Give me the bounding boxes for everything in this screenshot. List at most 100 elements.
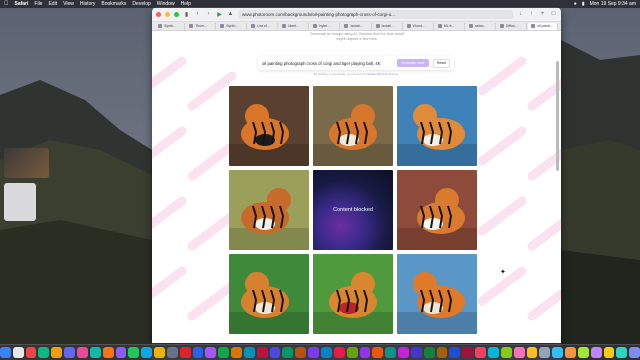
dock-app-icon[interactable] [179,347,191,358]
address-bar[interactable]: www.photoroom.com/backgrounds/oil-painti… [238,9,513,19]
generated-image-tile[interactable] [313,86,393,166]
tab-active[interactable]: oil painti... [527,22,559,30]
dock-app-icon[interactable] [513,347,525,358]
dock-app-icon[interactable] [295,347,307,358]
menu-safari[interactable]: Safari [15,1,29,7]
clock[interactable]: Mon 19 Sep 9:34 am [590,1,636,7]
generate-more-button[interactable]: Generate more [397,59,429,67]
dock-app-icon[interactable] [565,347,576,358]
dock-app-icon[interactable] [462,347,474,358]
menu-develop[interactable]: Develop [132,1,150,7]
apple-menu-icon[interactable]:  [4,1,9,7]
share-icon[interactable]: ↑ [528,11,535,17]
dock-app-icon[interactable] [166,347,178,358]
generated-image-tile[interactable] [229,254,309,334]
dock-app-icon[interactable] [12,347,24,358]
dock-app-icon[interactable] [282,347,294,358]
dock-app-icon[interactable] [616,347,628,358]
back-icon[interactable]: ‹ [194,11,201,17]
generated-image-tile[interactable] [229,86,309,166]
dock-app-icon[interactable] [346,347,358,358]
dock-app-icon[interactable] [205,347,217,358]
dock-app-icon[interactable] [128,347,140,358]
dock-app-icon[interactable] [449,347,461,358]
dock-app-icon[interactable] [372,347,384,358]
generated-image-tile[interactable] [313,254,393,334]
menu-file[interactable]: File [34,1,42,7]
prompt-input[interactable]: oil painting photograph cross of corgi a… [262,61,393,66]
reset-button[interactable]: Reset [432,58,450,68]
tab[interactable]: Synth... [155,22,186,30]
shield-icon[interactable]: ▲ [227,11,234,17]
tab[interactable]: Synth... [217,22,248,30]
tab[interactable]: List of... [248,22,279,30]
dock-app-icon[interactable] [410,347,422,358]
sidebar-icon[interactable]: ▮ [183,11,190,18]
dock-app-icon[interactable] [308,347,319,358]
tab[interactable]: Isolati... [341,22,372,30]
menu-bookmarks[interactable]: Bookmarks [101,1,126,7]
generated-image-tile[interactable] [229,170,309,250]
tab[interactable]: Diffus... [497,22,527,30]
desktop-thumbnail-widget[interactable] [4,148,49,178]
dock-app-icon[interactable] [64,347,75,358]
dock-app-icon[interactable] [25,347,37,358]
license-link[interactable]: Stable Diffusion license [367,72,398,76]
dock-app-icon[interactable] [256,347,268,358]
wifi-icon[interactable]: ● [574,1,577,7]
scrollbar[interactable] [556,61,559,171]
dock-app-icon[interactable] [475,347,486,358]
dock-app-icon[interactable] [333,347,345,358]
download-icon[interactable]: ↓ [517,11,524,17]
dock-app-icon[interactable] [192,347,204,358]
tab[interactable]: Isolati... [373,22,403,30]
dock-app-icon[interactable] [487,347,499,358]
dock-app-icon[interactable] [218,347,230,358]
dock-app-icon[interactable] [269,347,281,358]
dock-app-icon[interactable] [590,347,602,358]
dock-app-icon[interactable] [76,347,88,358]
tab[interactable]: Ident... [279,22,310,30]
dock-app-icon[interactable] [243,347,255,358]
tab[interactable]: Wood... [404,22,434,30]
dock-app-icon[interactable] [89,347,101,358]
menu-view[interactable]: View [63,1,74,7]
minimize-window-button[interactable] [165,11,170,17]
dock-app-icon[interactable] [603,347,615,358]
dock-app-icon[interactable] [629,347,640,358]
tab[interactable]: Thum... [186,22,217,30]
menu-history[interactable]: History [80,1,96,7]
menu-edit[interactable]: Edit [48,1,57,7]
extension-icon[interactable]: ▶ [216,11,223,18]
menu-help[interactable]: Help [181,1,191,7]
image-tile-blocked[interactable]: Content blocked [313,170,393,250]
desktop-finder-widget[interactable] [4,183,36,221]
dock-app-icon[interactable] [0,347,11,358]
new-tab-icon[interactable]: + [539,11,546,17]
dock-app-icon[interactable] [552,347,564,358]
dock-app-icon[interactable] [398,347,409,358]
dock-app-icon[interactable] [436,347,448,358]
dock-app-icon[interactable] [154,347,165,358]
dock-app-icon[interactable] [500,347,512,358]
generated-image-tile[interactable] [397,170,477,250]
close-window-button[interactable] [156,11,161,17]
dock-app-icon[interactable] [115,347,127,358]
generated-image-tile[interactable] [397,254,477,334]
dock-app-icon[interactable] [385,347,397,358]
generated-image-tile[interactable] [397,86,477,166]
dock-app-icon[interactable] [359,347,371,358]
zoom-window-button[interactable] [174,11,179,17]
tab[interactable]: ML fr... [435,22,465,30]
dock-app-icon[interactable] [231,347,242,358]
dock-app-icon[interactable] [51,347,63,358]
menu-window[interactable]: Window [157,1,175,7]
tab[interactable]: hybri... [310,22,341,30]
dock-app-icon[interactable] [423,347,435,358]
battery-icon[interactable]: ▮ [582,1,585,7]
dock-app-icon[interactable] [321,347,332,358]
tab[interactable]: rainw... [466,22,496,30]
dock-app-icon[interactable] [539,347,551,358]
dock-app-icon[interactable] [526,347,538,358]
tab-overview-icon[interactable]: □ [550,11,557,17]
